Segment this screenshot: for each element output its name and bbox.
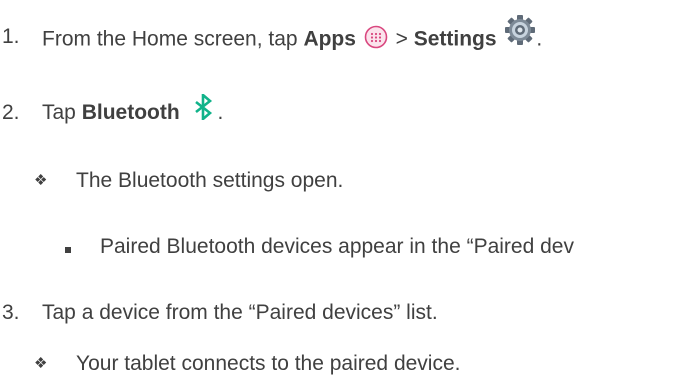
- step-text-prefix: From the Home screen, tap: [42, 27, 304, 51]
- step-number: 1.: [2, 25, 20, 48]
- gear-icon: [504, 14, 536, 46]
- bullet-diamond-icon: ❖: [34, 172, 48, 189]
- step-number: 2.: [2, 101, 20, 124]
- step-suffix: .: [217, 101, 224, 124]
- step-number: 3.: [2, 301, 20, 324]
- bluetooth-label: Bluetooth: [81, 101, 180, 124]
- bullet-square-icon: [65, 234, 71, 260]
- step-text: Tap Bluetooth .: [42, 92, 224, 126]
- bluetooth-icon: [192, 92, 216, 123]
- bullet-diamond-icon: ❖: [34, 355, 48, 372]
- step-text: Tap a device from the “Paired devices” l…: [42, 301, 438, 324]
- step-separator: >: [389, 27, 414, 51]
- step-text: From the Home screen, tap Apps > Setting…: [42, 15, 543, 56]
- result-text: Your tablet connects to the paired devic…: [76, 352, 461, 375]
- apps-grid-icon: [364, 25, 388, 49]
- settings-label: Settings: [413, 27, 497, 51]
- step-text-prefix: Tap: [42, 101, 82, 124]
- detail-text: Paired Bluetooth devices appear in the “…: [100, 235, 574, 258]
- apps-label: Apps: [303, 27, 356, 51]
- step-suffix: .: [536, 27, 543, 51]
- result-text: The Bluetooth settings open.: [76, 169, 344, 192]
